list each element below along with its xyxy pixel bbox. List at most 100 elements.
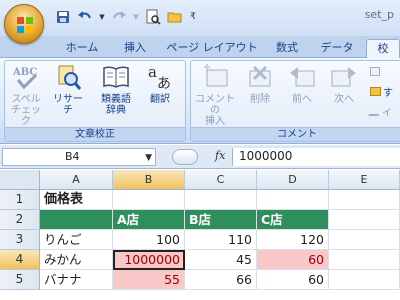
formula-input[interactable]: 1000000 xyxy=(232,148,400,166)
cell-b1[interactable] xyxy=(113,190,185,210)
tab-review[interactable]: 校 xyxy=(366,39,400,58)
name-box-value: B4 xyxy=(65,150,80,163)
ribbon: ABC スペル チェック リサーチ 類義語 辞典 a あ 翻訳 文章校正 コメン… xyxy=(0,58,400,144)
row-header-5[interactable]: 5 xyxy=(0,270,40,290)
show-hide-comment-button[interactable] xyxy=(370,64,382,78)
new-comment-button[interactable]: コメントの 挿入 xyxy=(193,63,237,127)
column-header-e[interactable]: E xyxy=(329,170,400,190)
insert-function-icon[interactable]: fx xyxy=(215,149,225,162)
spellcheck-button[interactable]: ABC スペル チェック xyxy=(7,63,45,127)
proofing-group: ABC スペル チェック リサーチ 類義語 辞典 a あ 翻訳 文章校正 xyxy=(4,60,186,142)
ribbon-tabs: ホーム 挿入 ページ レイアウト 数式 データ 校 xyxy=(0,36,400,58)
svg-text:あ: あ xyxy=(157,76,171,91)
show-ink-button[interactable]: イ xyxy=(368,104,392,119)
document-title: set_p xyxy=(364,8,394,21)
cell-d5[interactable]: 60 xyxy=(257,270,329,290)
previous-comment-icon xyxy=(290,67,315,87)
undo-icon[interactable] xyxy=(76,8,94,26)
spellcheck-icon: ABC xyxy=(12,67,37,90)
translate-button[interactable]: a あ 翻訳 xyxy=(141,63,179,105)
show-all-comments-icon xyxy=(370,86,381,96)
cell-a3[interactable]: りんご xyxy=(40,230,113,250)
previous-comment-label: 前へ xyxy=(292,94,312,105)
customize-qat-icon[interactable]: ₹ xyxy=(188,8,198,26)
column-header-d[interactable]: D xyxy=(257,170,329,190)
new-comment-icon xyxy=(204,64,228,87)
name-box-dropdown-icon[interactable]: ▼ xyxy=(145,150,152,166)
cell-c1[interactable] xyxy=(185,190,257,210)
next-comment-icon xyxy=(331,67,356,87)
svg-text:a: a xyxy=(148,63,157,81)
print-preview-icon[interactable] xyxy=(144,8,162,26)
worksheet-grid: A B C D E 1 2 3 4 5 価格表 A店 B店 C店 りんご 100… xyxy=(0,170,400,300)
column-header-c[interactable]: C xyxy=(185,170,257,190)
thesaurus-label: 類義語 辞典 xyxy=(101,94,131,116)
title-bar: ▼ ▼ ₹ set_p xyxy=(0,0,400,44)
redo-dropdown-icon[interactable]: ▼ xyxy=(132,8,140,26)
name-box[interactable]: B4 ▼ xyxy=(2,148,156,166)
cell-b5[interactable]: 55 xyxy=(113,270,185,290)
row-header-2[interactable]: 2 xyxy=(0,210,40,230)
cell-a2[interactable] xyxy=(40,210,113,230)
office-logo-icon xyxy=(17,17,33,33)
thesaurus-button[interactable]: 類義語 辞典 xyxy=(97,63,135,116)
undo-dropdown-icon[interactable]: ▼ xyxy=(98,8,106,26)
cell-c4[interactable]: 45 xyxy=(185,250,257,270)
row-header-3[interactable]: 3 xyxy=(0,230,40,250)
thesaurus-icon xyxy=(103,66,129,88)
cell-d2[interactable]: C店 xyxy=(257,210,329,230)
cell-d1[interactable] xyxy=(257,190,329,210)
cell-c3[interactable]: 110 xyxy=(185,230,257,250)
new-comment-label: コメントの 挿入 xyxy=(195,94,235,127)
tab-formulas[interactable]: 数式 xyxy=(266,39,308,58)
row-header-4[interactable]: 4 xyxy=(0,250,40,270)
save-icon[interactable] xyxy=(54,8,72,26)
column-header-a[interactable]: A xyxy=(40,170,113,190)
tab-page-layout[interactable]: ページ レイアウト xyxy=(164,39,260,58)
previous-comment-button[interactable]: 前へ xyxy=(283,63,321,105)
cell-b3[interactable]: 100 xyxy=(113,230,185,250)
cell-e4[interactable] xyxy=(329,250,400,270)
delete-comment-label: 削除 xyxy=(250,94,270,105)
show-all-comments-button[interactable]: す xyxy=(370,84,393,99)
comments-group: コメントの 挿入 削除 前へ 次へ コメント xyxy=(190,60,400,142)
formula-bar: B4 ▼ fx 1000000 xyxy=(0,145,400,169)
cell-a1[interactable]: 価格表 xyxy=(40,190,113,210)
tab-home[interactable]: ホーム xyxy=(58,39,106,58)
show-ink-icon xyxy=(368,106,382,116)
redo-icon[interactable] xyxy=(110,8,128,26)
research-icon xyxy=(58,65,82,90)
proofing-group-label: 文章校正 xyxy=(5,127,185,141)
cell-c2[interactable]: B店 xyxy=(185,210,257,230)
cell-a4[interactable]: みかん xyxy=(40,250,113,270)
spellcheck-label: スペル チェック xyxy=(11,94,41,127)
quick-access-toolbar: ▼ ▼ ₹ xyxy=(54,8,198,26)
cell-c5[interactable]: 66 xyxy=(185,270,257,290)
comments-group-label: コメント xyxy=(191,127,400,141)
research-button[interactable]: リサーチ xyxy=(49,63,87,116)
cell-e3[interactable] xyxy=(329,230,400,250)
delete-comment-icon xyxy=(249,65,271,87)
show-all-comments-label: す xyxy=(383,87,393,99)
tab-insert[interactable]: 挿入 xyxy=(112,39,158,58)
delete-comment-button[interactable]: 削除 xyxy=(241,63,279,105)
translate-label: 翻訳 xyxy=(150,94,170,105)
cell-b4[interactable]: 1000000 xyxy=(113,250,185,270)
cell-b2[interactable]: A店 xyxy=(113,210,185,230)
cell-d3[interactable]: 120 xyxy=(257,230,329,250)
column-header-b[interactable]: B xyxy=(113,170,185,190)
next-comment-label: 次へ xyxy=(334,94,354,105)
tab-data[interactable]: データ xyxy=(314,39,360,58)
select-all-button[interactable] xyxy=(0,170,40,190)
cell-e2[interactable] xyxy=(329,210,400,230)
cell-a5[interactable]: バナナ xyxy=(40,270,113,290)
next-comment-button[interactable]: 次へ xyxy=(325,63,363,105)
formula-bar-expand-button[interactable] xyxy=(172,149,198,165)
cell-e5[interactable] xyxy=(329,270,400,290)
show-ink-label: イ xyxy=(382,107,392,119)
cell-d4[interactable]: 60 xyxy=(257,250,329,270)
open-folder-icon[interactable] xyxy=(166,8,184,26)
cell-e1[interactable] xyxy=(329,190,400,210)
office-button[interactable] xyxy=(4,4,44,44)
row-header-1[interactable]: 1 xyxy=(0,190,40,210)
